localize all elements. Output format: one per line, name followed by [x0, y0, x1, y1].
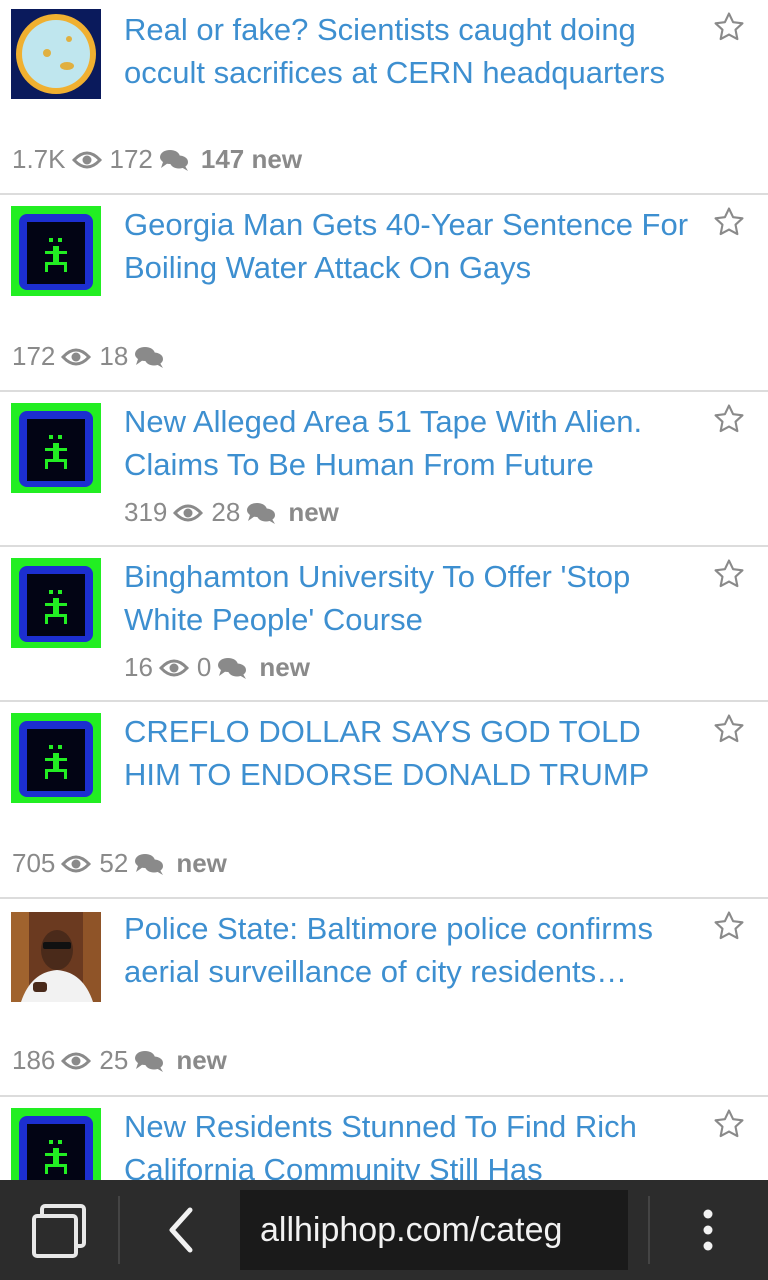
comments-icon: [135, 1050, 164, 1072]
article-title[interactable]: Real or fake? Scientists caught doing oc…: [124, 8, 704, 94]
eye-icon: [61, 855, 92, 872]
eye-icon: [173, 504, 204, 521]
article-title[interactable]: New Residents Stunned To Find Rich Calif…: [124, 1105, 704, 1180]
star-icon[interactable]: [712, 712, 746, 746]
article-meta: 705 52 new: [12, 848, 227, 879]
article-meta: 319 28 new: [124, 497, 339, 528]
view-count: 186: [12, 1045, 56, 1075]
new-count: new: [176, 848, 227, 878]
browser-toolbar: allhiphop.com/categ: [0, 1180, 768, 1280]
view-count: 16: [124, 652, 153, 682]
thumbnail-pixel-avatar[interactable]: [11, 1108, 101, 1180]
comment-count: 0: [196, 652, 212, 682]
list-item[interactable]: Binghamton University To Offer 'Stop Whi…: [0, 547, 768, 702]
comments-icon: [135, 346, 164, 368]
article-title[interactable]: Police State: Baltimore police confirms …: [124, 907, 684, 993]
list-item[interactable]: Police State: Baltimore police confirms …: [0, 899, 768, 1097]
thumbnail-pixel-avatar[interactable]: [11, 558, 101, 648]
article-meta: 172 18: [12, 341, 176, 372]
list-item[interactable]: CREFLO DOLLAR SAYS GOD TOLD HIM TO ENDOR…: [0, 702, 768, 899]
star-icon[interactable]: [712, 909, 746, 943]
thumbnail-moon-avatar[interactable]: [11, 9, 101, 99]
article-meta: 186 25 new: [12, 1045, 227, 1076]
comment-count: 52: [99, 848, 129, 878]
star-icon[interactable]: [712, 1107, 746, 1141]
comments-icon: [135, 853, 164, 875]
eye-icon: [158, 659, 189, 676]
view-count: 705: [12, 848, 56, 878]
view-count: 319: [124, 497, 168, 527]
thumbnail-pixel-avatar[interactable]: [11, 403, 101, 493]
article-title[interactable]: New Alleged Area 51 Tape With Alien. Cla…: [124, 400, 744, 486]
back-icon[interactable]: [156, 1202, 206, 1258]
star-icon[interactable]: [712, 402, 746, 436]
view-count: 1.7K: [12, 144, 66, 174]
comment-count: 28: [211, 497, 241, 527]
article-feed: Real or fake? Scientists caught doing oc…: [0, 0, 768, 1180]
view-count: 172: [12, 341, 56, 371]
star-icon[interactable]: [712, 205, 746, 239]
comments-icon: [247, 502, 276, 524]
star-icon[interactable]: [712, 557, 746, 591]
new-count: new: [288, 497, 339, 527]
thumbnail-pixel-avatar[interactable]: [11, 713, 101, 803]
comment-count: 18: [99, 341, 129, 371]
article-meta: 16 0 new: [124, 652, 310, 683]
eye-icon: [61, 348, 92, 365]
address-bar[interactable]: allhiphop.com/categ: [240, 1190, 628, 1270]
article-title[interactable]: CREFLO DOLLAR SAYS GOD TOLD HIM TO ENDOR…: [124, 710, 684, 796]
overflow-menu-icon[interactable]: [690, 1202, 726, 1258]
new-count: new: [259, 652, 310, 682]
list-item[interactable]: New Residents Stunned To Find Rich Calif…: [0, 1097, 768, 1180]
eye-icon: [61, 1052, 92, 1069]
eye-icon: [71, 151, 102, 168]
list-item[interactable]: Georgia Man Gets 40-Year Sentence For Bo…: [0, 195, 768, 392]
comment-count: 25: [99, 1045, 129, 1075]
article-meta: 1.7K 172 147 new: [12, 144, 302, 175]
thumbnail-photo[interactable]: [11, 912, 101, 1002]
list-item[interactable]: Real or fake? Scientists caught doing oc…: [0, 0, 768, 195]
divider: [118, 1196, 120, 1264]
divider: [648, 1196, 650, 1264]
star-icon[interactable]: [712, 10, 746, 44]
thumbnail-pixel-avatar[interactable]: [11, 206, 101, 296]
comments-icon: [159, 149, 188, 171]
list-item[interactable]: New Alleged Area 51 Tape With Alien. Cla…: [0, 392, 768, 547]
comments-icon: [218, 657, 247, 679]
new-count: 147 new: [200, 144, 303, 174]
article-title[interactable]: Binghamton University To Offer 'Stop Whi…: [124, 555, 704, 641]
new-count: new: [176, 1045, 227, 1075]
tabs-icon[interactable]: [28, 1202, 90, 1262]
article-title[interactable]: Georgia Man Gets 40-Year Sentence For Bo…: [124, 203, 704, 289]
comment-count: 172: [109, 144, 153, 174]
